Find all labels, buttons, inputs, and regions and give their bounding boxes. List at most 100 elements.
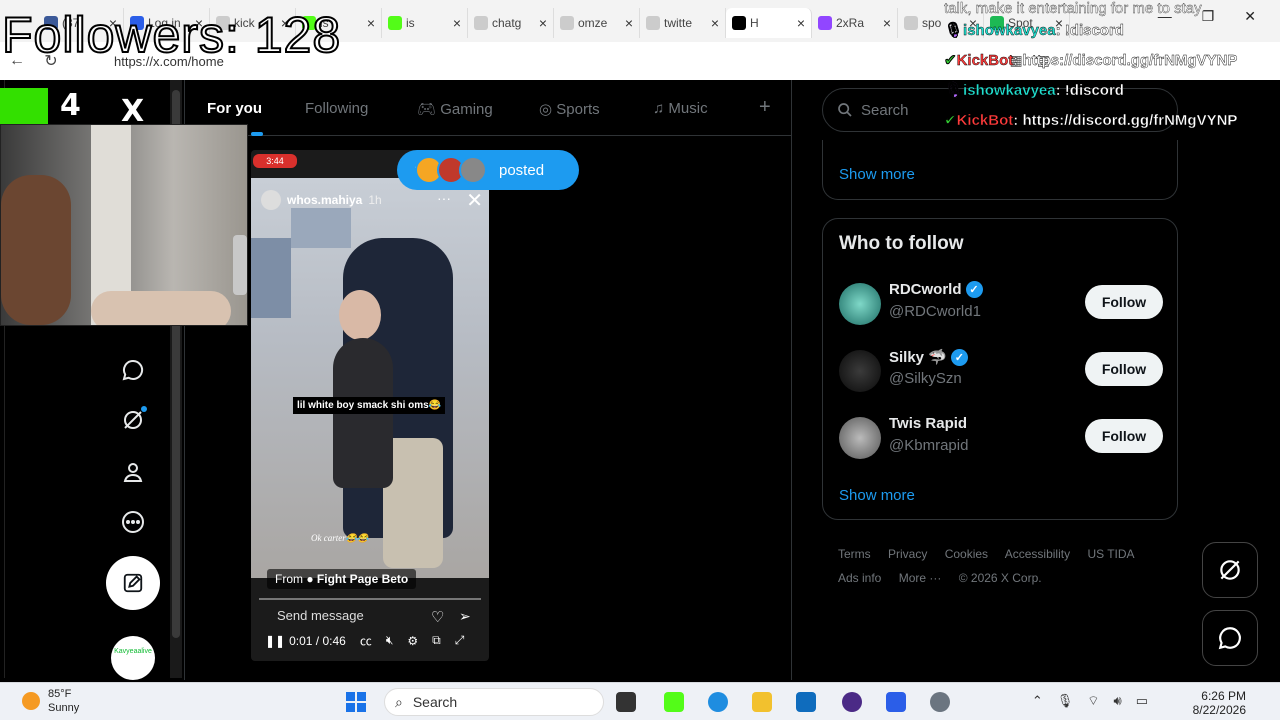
posted-label: posted <box>499 161 545 179</box>
settings-icon[interactable] <box>930 692 950 712</box>
messages-icon <box>1218 627 1241 650</box>
edge-icon[interactable] <box>708 692 728 712</box>
mic-icon[interactable]: 🎙︎ <box>1057 693 1074 709</box>
account-avatar[interactable]: Kavyeaalive <box>111 636 155 680</box>
more-options-icon[interactable]: ··· <box>437 190 451 206</box>
follow-button[interactable]: Follow <box>1085 285 1163 319</box>
tab-close-icon[interactable]: × <box>883 15 891 31</box>
tab-close-icon[interactable]: × <box>625 15 633 31</box>
account-name-text: Silky 🦈 <box>889 349 947 366</box>
pause-icon[interactable]: ❚❚ <box>265 634 285 648</box>
footer-privacy-link[interactable]: Privacy <box>888 547 927 561</box>
more-icon[interactable] <box>119 508 147 536</box>
close-icon[interactable]: ✕ <box>466 188 483 213</box>
tab-label: is <box>406 16 415 30</box>
start-icon[interactable] <box>346 692 366 712</box>
poster-avatar <box>459 156 487 184</box>
send-icon[interactable]: ➢ <box>459 608 471 625</box>
footer-cookies-link[interactable]: Cookies <box>945 547 988 561</box>
taskbar-search[interactable]: ⌕ Search <box>384 688 604 716</box>
account-name: RDCworld ✓ <box>889 281 983 298</box>
story-video-player[interactable]: 3:44 whos.mahiya 1h ··· ✕ lil white boy … <box>251 150 489 661</box>
send-message-input[interactable]: Send message <box>263 605 413 627</box>
tab-close-icon[interactable]: × <box>797 15 805 31</box>
follow-suggestion[interactable]: RDCworld ✓ @RDCworld1 Follow <box>839 279 1163 339</box>
show-more-link[interactable]: Show more <box>839 166 915 183</box>
tab-following[interactable]: Following <box>305 100 368 117</box>
tab-close-icon[interactable]: × <box>711 15 719 31</box>
tab-close-icon[interactable]: × <box>539 15 547 31</box>
mute-icon[interactable]: 🔇︎ <box>386 633 394 648</box>
browser-tab[interactable]: chatg × <box>468 8 554 38</box>
timeline-tabs: For you Following 🎮︎ Gaming ◎ Sports ♫ M… <box>185 80 791 136</box>
tab-sports[interactable]: ◎ Sports <box>539 100 600 118</box>
footer-tida-link[interactable]: US TIDA <box>1087 547 1134 561</box>
browser-tab[interactable]: is × <box>382 8 468 38</box>
weather-widget[interactable]: 85°F Sunny <box>22 687 79 715</box>
tab-label: omze <box>578 16 608 30</box>
gamepad-icon: 🎮︎ <box>417 101 441 118</box>
account-name: Twis Rapid <box>889 415 967 432</box>
profile-icon[interactable] <box>119 458 147 486</box>
footer-terms-link[interactable]: Terms <box>838 547 871 561</box>
heart-icon[interactable]: ♡ <box>431 608 444 626</box>
compose-post-button[interactable] <box>106 556 160 610</box>
chat-message: https://discord.gg/frNMgVYNP <box>1022 112 1238 129</box>
settings-icon[interactable]: ⚙ <box>407 634 418 648</box>
grok-icon[interactable] <box>119 406 147 434</box>
pip-icon[interactable]: ⧉ <box>432 633 441 648</box>
chevron-up-icon[interactable]: ⌃ <box>1032 693 1043 709</box>
verified-badge-icon: ✓ <box>965 281 983 298</box>
taskbar-clock[interactable]: 6:26 PM 8/22/2026 <box>1193 689 1246 717</box>
footer-accessibility-link[interactable]: Accessibility <box>1005 547 1070 561</box>
app-icon[interactable] <box>886 692 906 712</box>
footer-ads-link[interactable]: Ads info <box>838 571 881 585</box>
volume-icon[interactable]: 🔊︎ <box>1114 693 1122 709</box>
add-tab-icon[interactable]: + <box>759 96 771 119</box>
weather-condition: Sunny <box>48 702 80 714</box>
footer-more-link[interactable]: More ··· <box>899 571 942 585</box>
tab-gaming[interactable]: 🎮︎ Gaming <box>417 100 493 118</box>
source-label[interactable]: From ● Fight Page Beto <box>267 569 417 589</box>
notification-dot <box>141 406 147 412</box>
tab-for-you[interactable]: For you <box>207 100 262 117</box>
chat-line: 🎙︎ishowkavyea: !discord <box>944 82 1125 99</box>
browser-tab[interactable]: twitte × <box>640 8 726 38</box>
tab-close-icon[interactable]: × <box>453 15 461 31</box>
tab-close-icon[interactable]: × <box>367 15 375 31</box>
browser-tab[interactable]: H × <box>726 8 812 38</box>
follow-button[interactable]: Follow <box>1085 419 1163 453</box>
chat-message: !discord <box>1064 82 1125 99</box>
video-timecode: 0:01 / 0:46 <box>289 633 346 648</box>
account-name-text: RDCworld <box>889 281 962 298</box>
tab-label: H <box>750 16 759 30</box>
account-handle: @RDCworld1 <box>889 303 981 320</box>
tab-music[interactable]: ♫ Music <box>653 100 708 117</box>
obs-icon[interactable] <box>842 692 862 712</box>
show-more-link[interactable]: Show more <box>839 487 915 504</box>
task-view-icon[interactable] <box>616 692 636 712</box>
fullscreen-icon[interactable]: ⤢ <box>455 633 465 648</box>
new-posts-pill[interactable]: ↑ posted <box>397 150 579 190</box>
tab-favicon-icon <box>474 16 488 30</box>
kick-app-icon[interactable] <box>664 692 684 712</box>
follow-button[interactable]: Follow <box>1085 352 1163 386</box>
mic-icon: 🎙︎ <box>944 82 964 99</box>
account-handle: @SilkySzn <box>889 370 962 387</box>
messages-icon[interactable] <box>119 356 147 384</box>
browser-tab[interactable]: 2xRa × <box>812 8 898 38</box>
store-icon[interactable] <box>796 692 816 712</box>
captions-icon[interactable]: ㏄ <box>360 632 372 649</box>
follow-suggestion[interactable]: Silky 🦈 ✓ @SilkySzn Follow <box>839 346 1163 406</box>
browser-tab[interactable]: omze × <box>554 8 640 38</box>
messages-float-button[interactable] <box>1202 610 1258 666</box>
video-progress-bar[interactable] <box>259 598 481 600</box>
wifi-icon[interactable]: ⌔ <box>1087 693 1099 709</box>
follow-suggestion[interactable]: Twis Rapid @Kbmrapid Follow <box>839 413 1163 473</box>
trends-card: Show more <box>822 140 1178 200</box>
battery-icon[interactable]: ▭ <box>1136 693 1148 709</box>
file-explorer-icon[interactable] <box>752 692 772 712</box>
story-author[interactable]: whos.mahiya 1h <box>261 190 382 210</box>
who-to-follow-card: Who to follow RDCworld ✓ @RDCworld1 Follo… <box>822 218 1178 520</box>
grok-float-button[interactable] <box>1202 542 1258 598</box>
